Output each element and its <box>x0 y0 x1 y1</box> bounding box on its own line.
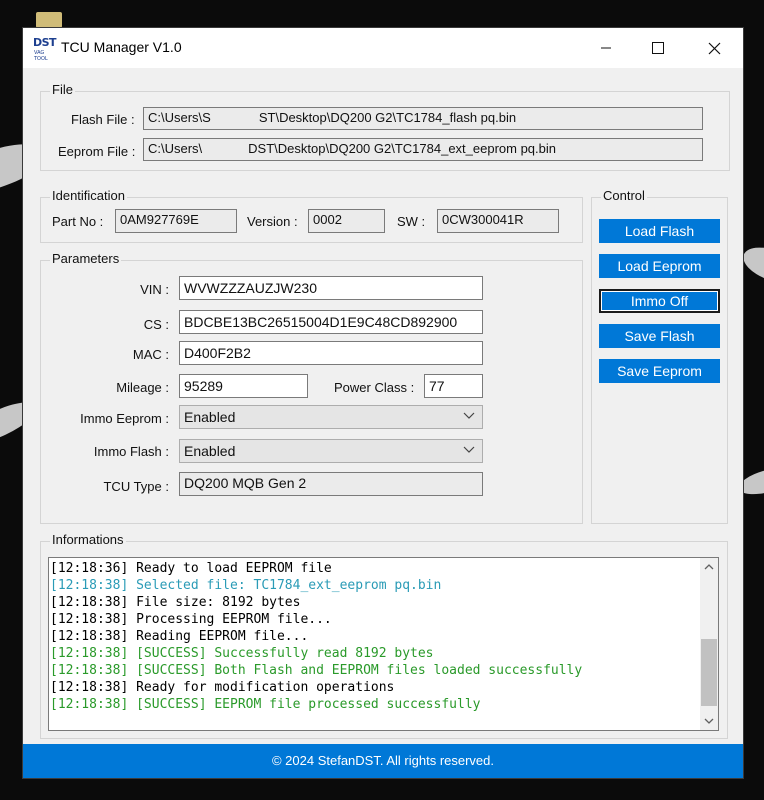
mileage-field[interactable]: 95289 <box>179 374 308 398</box>
immo-flash-select[interactable]: Enabled <box>179 439 483 463</box>
control-group-label: Control <box>601 188 647 203</box>
identification-group-label: Identification <box>50 188 127 203</box>
eeprom-file-path[interactable]: C:\Users\ DST\Desktop\DQ200 G2\TC1784_ex… <box>143 138 703 161</box>
log-line: [12:18:36] Ready to load EEPROM file <box>50 561 332 576</box>
log-line: [12:18:38] [SUCCESS] Both Flash and EEPR… <box>50 663 583 678</box>
mac-label: MAC : <box>132 347 169 362</box>
desktop-background <box>36 12 62 28</box>
part-no-field[interactable]: 0AM927769E <box>115 209 237 233</box>
log-line: [12:18:38] Reading EEPROM file... <box>50 629 309 644</box>
part-no-label: Part No : <box>52 214 104 229</box>
cs-field[interactable]: BDCBE13BC26515004D1E9C48CD892900 <box>179 310 483 334</box>
log-line: [12:18:38] File size: 8192 bytes <box>50 595 301 610</box>
log-scrollbar[interactable] <box>700 558 718 730</box>
mileage-label: Mileage : <box>116 380 169 395</box>
log-output[interactable]: [12:18:36] Ready to load EEPROM file [12:… <box>48 557 719 731</box>
eeprom-path-end: DST\Desktop\DQ200 G2\TC1784_ext_eeprom p… <box>248 141 557 156</box>
tcu-type-field[interactable]: DQ200 MQB Gen 2 <box>179 472 483 496</box>
immo-off-button[interactable]: Immo Off <box>599 289 720 313</box>
save-eeprom-button[interactable]: Save Eeprom <box>599 359 720 383</box>
power-class-field[interactable]: 77 <box>424 374 483 398</box>
load-eeprom-button[interactable]: Load Eeprom <box>599 254 720 278</box>
vin-value: WVWZZZAUZJW230 <box>184 280 317 296</box>
vin-label: VIN : <box>140 282 169 297</box>
parameters-group-label: Parameters <box>50 251 122 266</box>
log-line: [12:18:38] Selected file: TC1784_ext_eep… <box>50 578 442 593</box>
immo-flash-value: Enabled <box>184 443 236 459</box>
scroll-thumb[interactable] <box>701 639 717 706</box>
window-title: TCU Manager V1.0 <box>61 39 182 55</box>
vin-field[interactable]: WVWZZZAUZJW230 <box>179 276 483 300</box>
tcu-type-label: TCU Type : <box>103 479 169 494</box>
chevron-down-icon <box>463 443 475 458</box>
immo-flash-label: Immo Flash : <box>93 444 169 459</box>
sw-field[interactable]: 0CW300041R <box>437 209 559 233</box>
app-window: DST VAG TOOL TCU Manager V1.0 File Flash… <box>22 27 744 779</box>
log-lines: [12:18:36] Ready to load EEPROM file [12:… <box>49 560 582 713</box>
title-bar[interactable]: DST VAG TOOL TCU Manager V1.0 <box>23 28 743 68</box>
mac-field[interactable]: D400F2B2 <box>179 341 483 365</box>
sw-label: SW : <box>397 214 426 229</box>
flash-path-end: ST\Desktop\DQ200 G2\TC1784_flash pq.bin <box>258 110 517 125</box>
minimize-button[interactable] <box>583 28 629 68</box>
flash-file-label: Flash File : <box>71 112 135 127</box>
logo-text: DST <box>33 36 57 49</box>
logo-subtext: VAG TOOL <box>34 50 48 62</box>
eeprom-path-start: C:\Users\ <box>148 141 203 156</box>
copyright-text: © 2024 StefanDST. All rights reserved. <box>271 753 495 768</box>
version-label: Version : <box>247 214 298 229</box>
log-line: [12:18:38] Ready for modification operat… <box>50 680 395 695</box>
app-logo-icon: DST VAG TOOL <box>33 36 57 62</box>
save-flash-button[interactable]: Save Flash <box>599 324 720 348</box>
version-field[interactable]: 0002 <box>308 209 385 233</box>
power-class-label: Power Class : <box>334 380 415 395</box>
flash-file-path[interactable]: C:\Users\S ST\Desktop\DQ200 G2\TC1784_fl… <box>143 107 703 130</box>
close-button[interactable] <box>691 28 737 68</box>
immo-eeprom-value: Enabled <box>184 409 236 425</box>
file-group-label: File <box>50 82 75 97</box>
eeprom-file-label: Eeprom File : <box>58 144 136 159</box>
log-line: [12:18:38] [SUCCESS] Successfully read 8… <box>50 646 434 661</box>
chevron-down-icon <box>463 409 475 424</box>
scroll-up-icon[interactable] <box>700 558 718 576</box>
informations-group-label: Informations <box>50 532 126 547</box>
immo-eeprom-select[interactable]: Enabled <box>179 405 483 429</box>
immo-eeprom-label: Immo Eeprom : <box>80 411 169 426</box>
load-flash-button[interactable]: Load Flash <box>599 219 720 243</box>
footer-bar: © 2024 StefanDST. All rights reserved. <box>23 744 743 778</box>
maximize-button[interactable] <box>635 28 681 68</box>
flash-path-start: C:\Users\S <box>148 110 211 125</box>
scroll-down-icon[interactable] <box>700 712 718 730</box>
log-line: [12:18:38] Processing EEPROM file... <box>50 612 332 627</box>
minimize-icon <box>601 47 611 49</box>
cs-label: CS : <box>143 317 169 332</box>
log-line: [12:18:38] [SUCCESS] EEPROM file process… <box>50 697 481 712</box>
close-icon <box>708 42 720 54</box>
maximize-icon <box>652 42 664 54</box>
